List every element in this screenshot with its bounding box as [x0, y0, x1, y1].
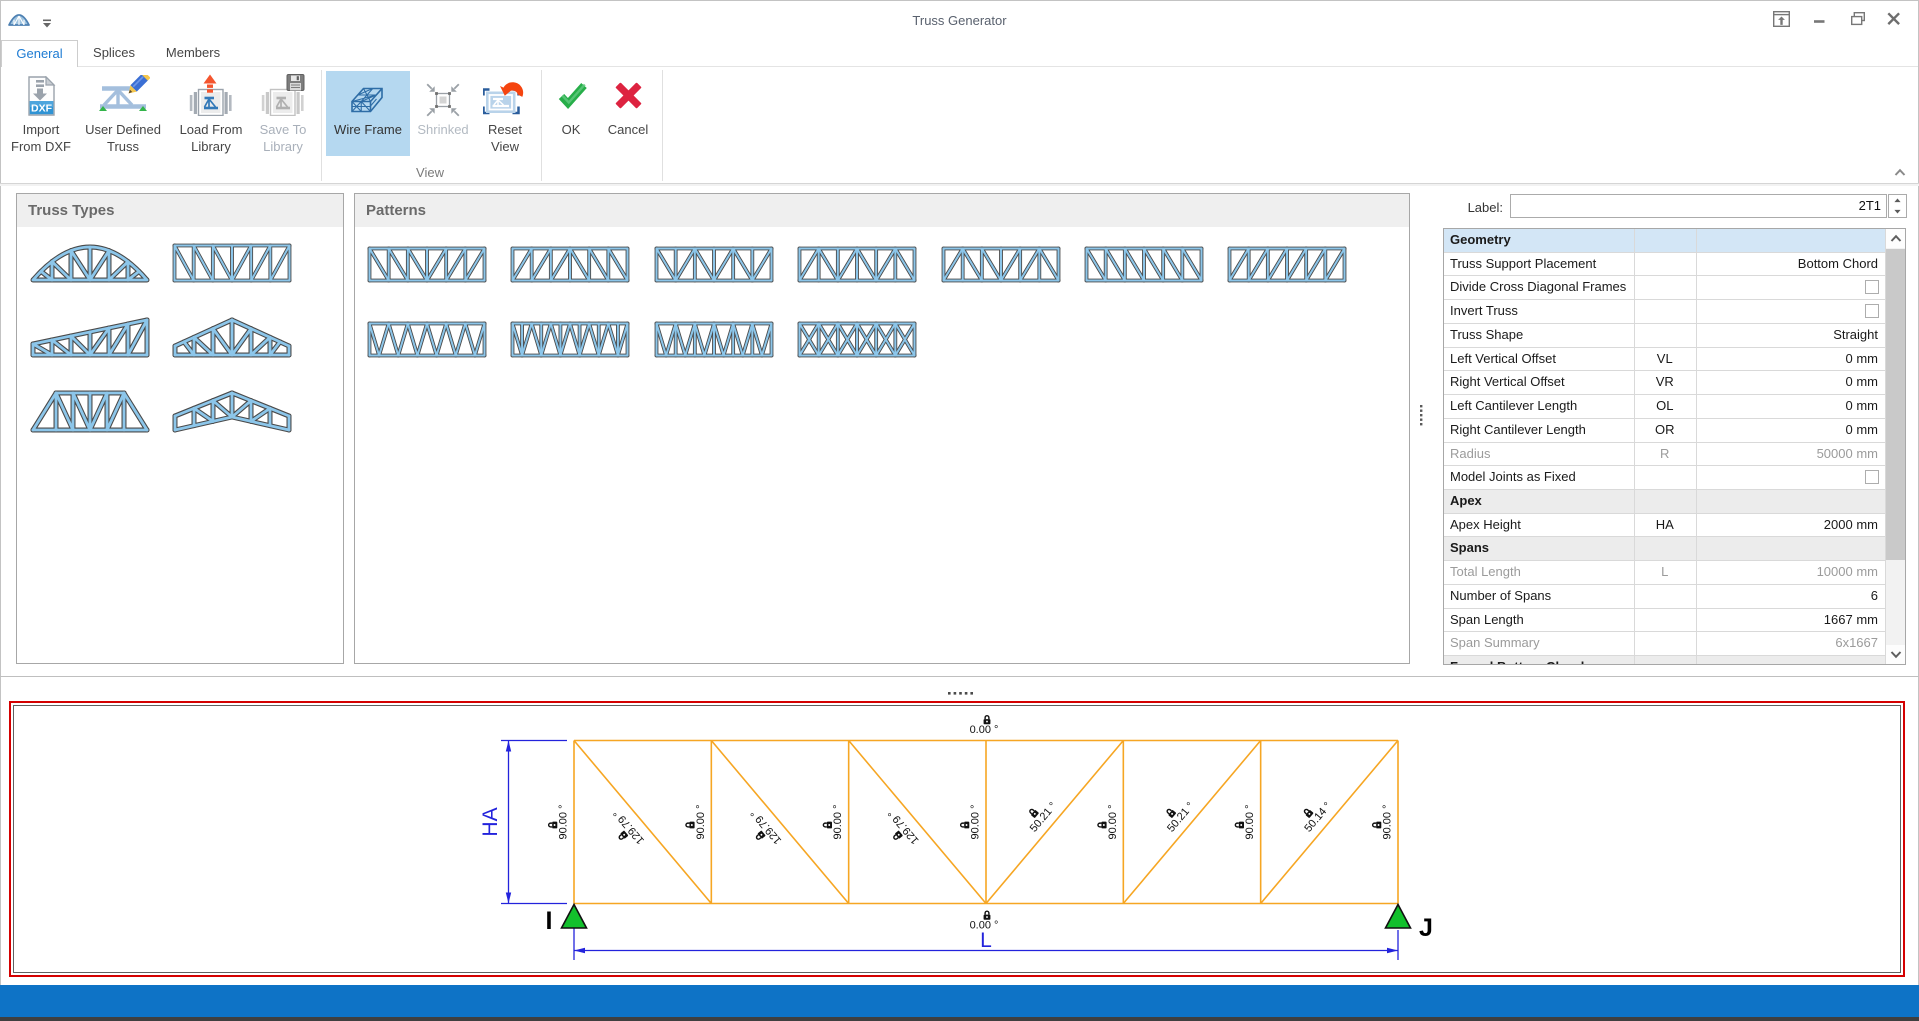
svg-text:DXF: DXF [31, 103, 53, 115]
